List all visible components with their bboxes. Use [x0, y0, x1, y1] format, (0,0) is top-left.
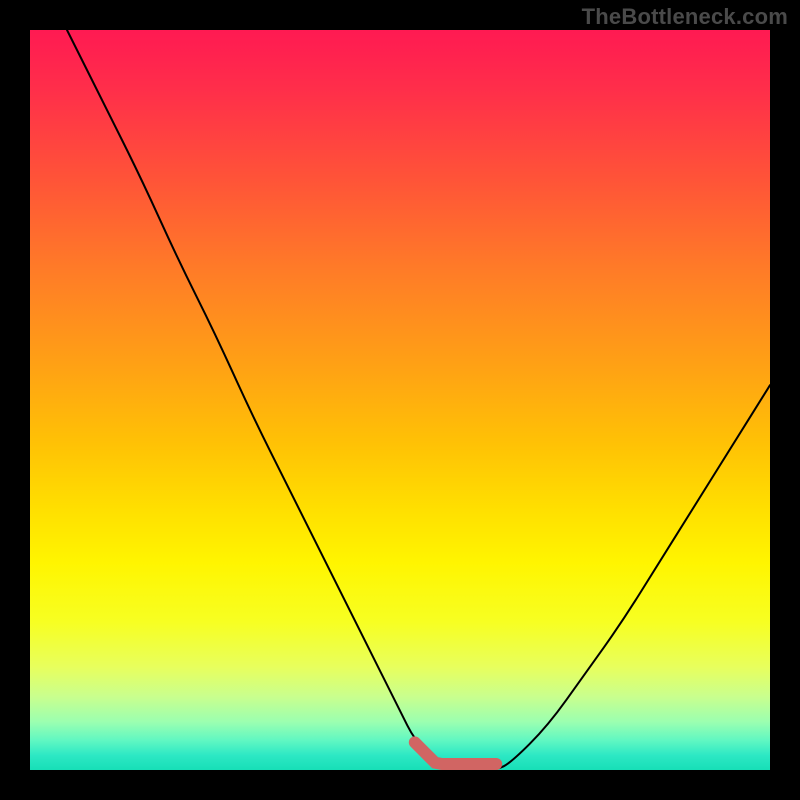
curve-svg: [30, 30, 770, 770]
bottleneck-curve-path: [67, 30, 770, 770]
optimal-range-highlight: [415, 742, 496, 764]
watermark-text: TheBottleneck.com: [582, 4, 788, 30]
plot-area: [30, 30, 770, 770]
chart-frame: TheBottleneck.com: [0, 0, 800, 800]
